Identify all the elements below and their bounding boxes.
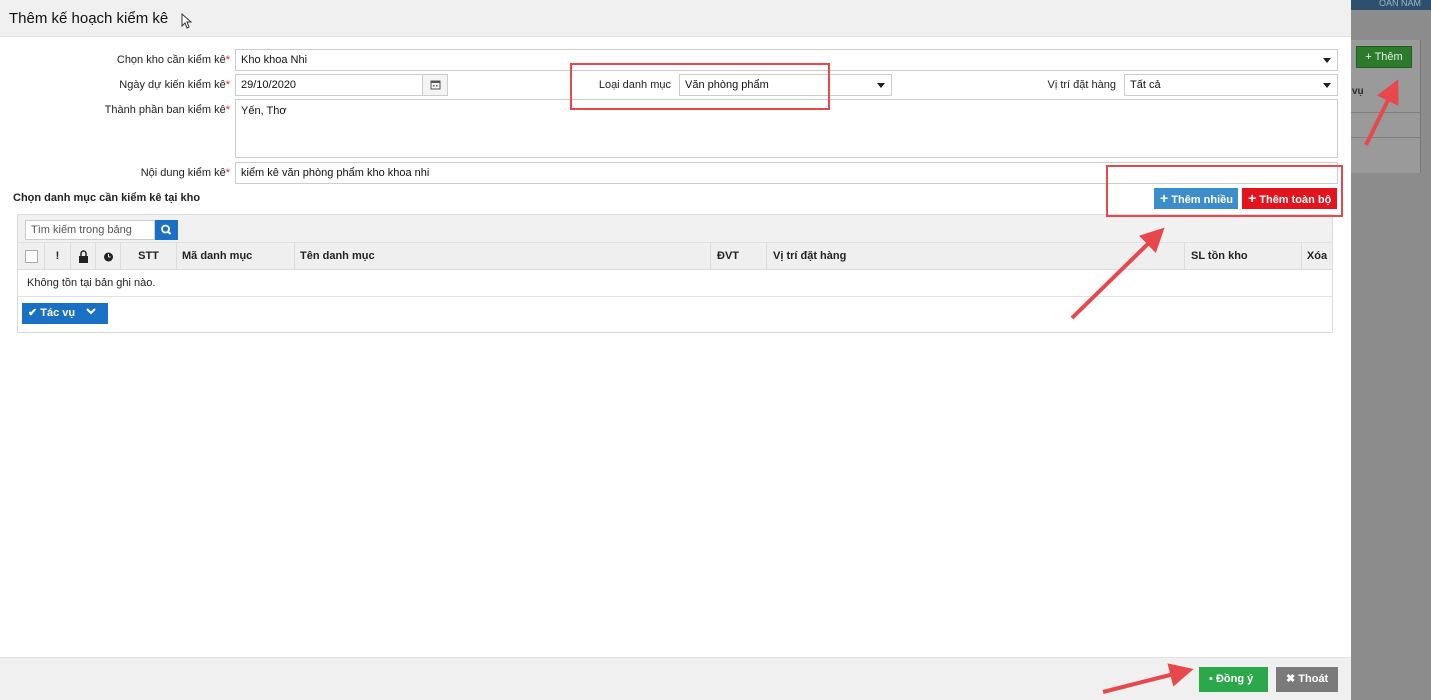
arrow-to-add-buttons <box>1070 227 1165 320</box>
arrow-to-background-add <box>1364 79 1399 146</box>
annotation-arrows <box>1070 79 1399 694</box>
arrow-to-confirm <box>1102 663 1194 694</box>
